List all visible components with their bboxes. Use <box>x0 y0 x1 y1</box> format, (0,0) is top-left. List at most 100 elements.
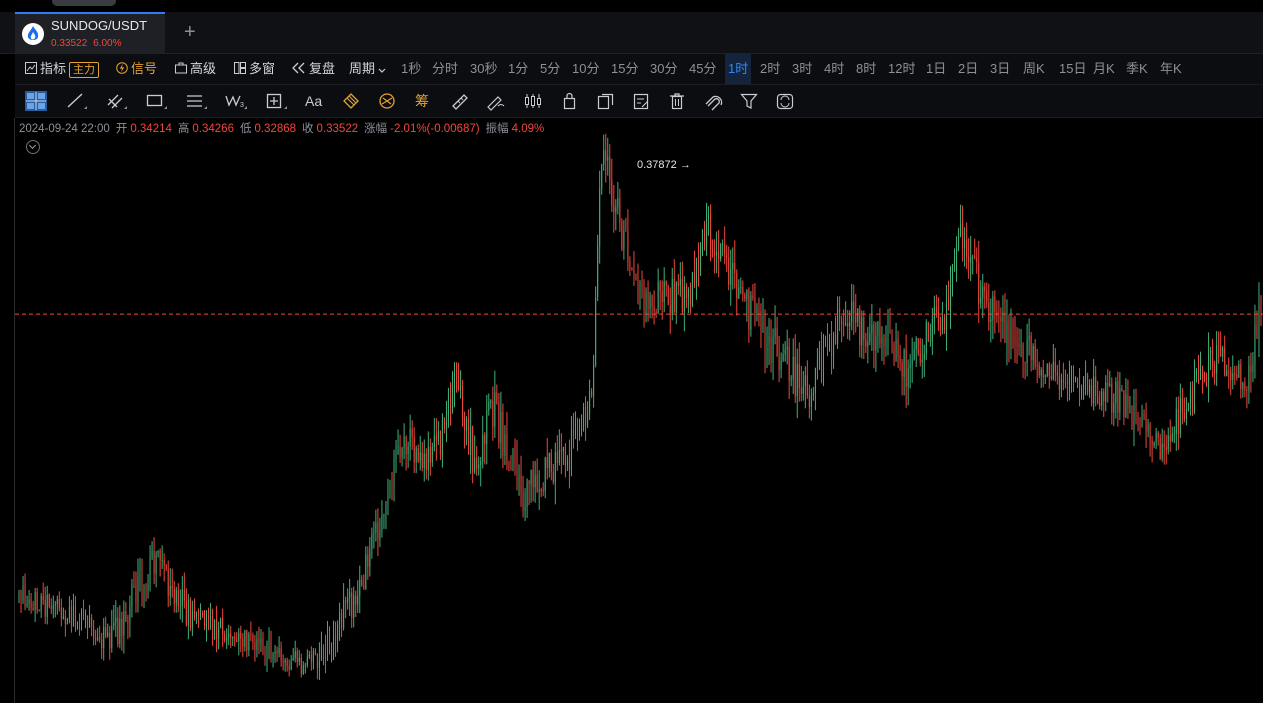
period-12时[interactable]: 12时 <box>888 54 915 84</box>
magnet-tool[interactable] <box>703 91 725 111</box>
signal-button[interactable]: 信号 <box>116 54 157 84</box>
chip-distribution-tool[interactable]: 筹 <box>415 91 437 111</box>
period-5分[interactable]: 5分 <box>540 54 560 84</box>
candle-body <box>629 261 631 268</box>
period-3日[interactable]: 3日 <box>990 54 1010 84</box>
candle-body <box>1042 369 1044 378</box>
candle-body <box>165 565 167 570</box>
candle-body <box>645 291 647 314</box>
period-1分[interactable]: 1分 <box>508 54 528 84</box>
candle-body <box>516 462 518 482</box>
period-分时[interactable]: 分时 <box>432 54 458 84</box>
delete-tool[interactable] <box>667 91 689 111</box>
candle-body <box>1179 398 1181 434</box>
candle-body <box>1056 372 1058 377</box>
candle-body <box>976 257 978 262</box>
candle-body <box>20 590 22 600</box>
candle-body <box>34 592 36 610</box>
candle-body <box>909 364 911 369</box>
candle-body <box>371 533 373 550</box>
horizontal-lines-tool[interactable] <box>185 91 207 111</box>
period-dropdown[interactable]: 周期 <box>349 54 389 84</box>
candle-body <box>1050 376 1052 379</box>
fibonacci-tool[interactable] <box>341 91 363 111</box>
lock-tool[interactable] <box>559 91 581 111</box>
candle-settings-tool[interactable] <box>523 91 545 111</box>
period-3时[interactable]: 3时 <box>792 54 812 84</box>
crosshair-tool[interactable] <box>25 91 47 111</box>
chart-canvas[interactable] <box>15 118 1263 703</box>
candle-body <box>1062 379 1064 382</box>
candle-body <box>1026 339 1028 363</box>
text-tool[interactable]: Aa <box>305 91 327 111</box>
ruler-tool[interactable] <box>449 91 471 111</box>
candle-body <box>135 586 137 604</box>
candle-body <box>324 648 326 659</box>
candle-body <box>48 594 50 607</box>
period-15分[interactable]: 15分 <box>611 54 638 84</box>
period-季K[interactable]: 季K <box>1126 54 1148 84</box>
candle-body <box>724 244 726 254</box>
period-45分[interactable]: 45分 <box>689 54 716 84</box>
tab-sundog-usdt[interactable]: SUNDOG/USDT 0.33522 6.00% <box>15 12 165 53</box>
candle-body <box>296 651 298 662</box>
fib-circle-tool[interactable] <box>377 91 399 111</box>
parallel-channel-tool[interactable] <box>105 91 127 111</box>
multi-window-button[interactable]: 多窗 <box>234 54 275 84</box>
candle-body <box>1195 370 1197 376</box>
period-周K[interactable]: 周K <box>1023 54 1045 84</box>
period-15日[interactable]: 15日 <box>1059 54 1086 84</box>
candle-body <box>329 634 331 647</box>
candle-body <box>64 616 66 625</box>
period-2时[interactable]: 2时 <box>760 54 780 84</box>
main-force-badge[interactable]: 主力 <box>69 61 100 78</box>
candle-body <box>141 573 143 598</box>
measure-box-tool[interactable] <box>265 91 287 111</box>
candle-body <box>814 367 816 394</box>
brush-tool[interactable] <box>485 91 507 111</box>
period-30秒[interactable]: 30秒 <box>470 54 497 84</box>
replay-button[interactable]: 复盘 <box>292 54 335 84</box>
period-8时[interactable]: 8时 <box>856 54 876 84</box>
period-4时[interactable]: 4时 <box>824 54 844 84</box>
period-1秒[interactable]: 1秒 <box>401 54 421 84</box>
candle-body <box>1252 363 1254 372</box>
candle-body <box>242 638 244 647</box>
period-2日[interactable]: 2日 <box>958 54 978 84</box>
candle-body <box>500 412 502 444</box>
candle-body <box>1081 388 1083 394</box>
period-年K[interactable]: 年K <box>1160 54 1182 84</box>
period-10分[interactable]: 10分 <box>572 54 599 84</box>
copy-tool[interactable] <box>595 91 617 111</box>
candle-body <box>1133 404 1135 430</box>
indicators-button[interactable]: 指标 主力 <box>25 54 100 84</box>
candle-body <box>1171 433 1173 442</box>
collapse-indicators-button[interactable] <box>26 140 40 154</box>
edit-tool[interactable] <box>631 91 653 111</box>
candle-body <box>804 375 806 387</box>
candle-body <box>990 319 992 322</box>
sync-tool[interactable] <box>775 91 797 111</box>
indicators-label: 指标 <box>40 61 67 76</box>
wave-pattern-tool[interactable]: 3 <box>225 91 247 111</box>
candle-body <box>663 281 665 303</box>
period-月K[interactable]: 月K <box>1093 54 1115 84</box>
period-1日[interactable]: 1日 <box>926 54 946 84</box>
filter-tool[interactable] <box>739 91 761 111</box>
candle-body <box>435 435 437 441</box>
drawing-toolbar: 3 Aa 筹 <box>15 85 1263 118</box>
candle-body <box>1099 403 1101 406</box>
candle-body <box>657 281 659 314</box>
advanced-button[interactable]: 高级 <box>175 54 216 84</box>
period-30分[interactable]: 30分 <box>650 54 677 84</box>
rectangle-tool[interactable] <box>145 91 167 111</box>
high-price-marker: 0.37872 → <box>637 159 691 171</box>
candle-body <box>970 257 972 263</box>
candlestick-chart[interactable] <box>15 118 1263 703</box>
rewind-icon <box>292 55 306 85</box>
trend-line-tool[interactable] <box>65 91 87 111</box>
period-1时[interactable]: 1时 <box>725 54 752 84</box>
candle-body <box>341 613 343 628</box>
candle-body <box>320 647 322 661</box>
add-tab-button[interactable]: + <box>184 20 196 44</box>
